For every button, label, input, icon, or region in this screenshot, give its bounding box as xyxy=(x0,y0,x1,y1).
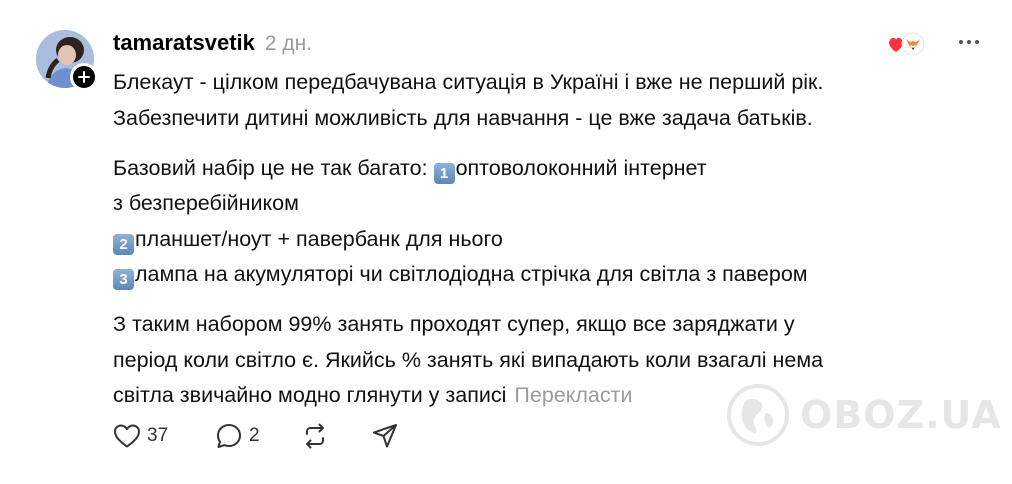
comment-icon xyxy=(217,424,241,448)
list-item-text: планшет/ноут + павербанк для нього xyxy=(135,226,503,251)
watermark: OBOZ.UA xyxy=(726,383,1002,447)
text-line: Базовий набір це не так багато: xyxy=(113,155,434,180)
keycap-2-emoji: 2 xyxy=(113,233,134,255)
text-line: світла звичайно модно глянути у записі xyxy=(113,383,507,407)
text-line: Забезпечити дитині можливість для навчан… xyxy=(113,105,813,130)
post-body: Блекаут - цілком передбачувана ситуація … xyxy=(113,65,973,414)
reply-button[interactable]: 2 xyxy=(215,422,301,450)
like-count: 37 xyxy=(147,425,169,446)
follow-button[interactable] xyxy=(70,63,98,91)
send-icon xyxy=(373,424,397,448)
timestamp[interactable]: 2 дн. xyxy=(265,32,312,56)
keycap-3-emoji: 3 xyxy=(113,269,134,290)
heart-outline-icon xyxy=(114,424,140,448)
text-line: період коли світло є. Якийсь % занять як… xyxy=(113,347,824,372)
repost-icon xyxy=(306,423,324,449)
plus-icon xyxy=(78,71,90,83)
repost-button[interactable] xyxy=(301,422,371,450)
text-line: Блекаут - цілком передбачувана ситуація … xyxy=(113,70,824,94)
paragraph-1: Блекаут - цілком передбачувана ситуація … xyxy=(113,65,973,136)
keycap-1-emoji: 1 xyxy=(433,162,455,184)
reaction-icons xyxy=(887,30,927,58)
share-button[interactable] xyxy=(371,422,399,450)
translate-link[interactable]: Перекласти xyxy=(514,383,632,407)
fox-icon xyxy=(901,32,925,56)
list-item-text: оптоволоконний інтернет xyxy=(455,155,707,180)
more-options-button[interactable] xyxy=(955,30,983,54)
post-actions: 37 2 xyxy=(113,422,399,450)
post-header: tamaratsvetik 2 дн. xyxy=(113,30,312,56)
globe-hand-icon xyxy=(727,384,789,446)
watermark-text: OBOZ.UA xyxy=(800,393,1002,437)
text-line: З таким набором 99% занять проходят супе… xyxy=(113,312,795,336)
thread-post: tamaratsvetik 2 дн. Блекаут - цілком пер… xyxy=(0,0,1012,484)
text-line: з безперебійником xyxy=(113,191,299,215)
username[interactable]: tamaratsvetik xyxy=(113,30,255,56)
paragraph-2: Базовий набір це не так багато: 1 оптовол… xyxy=(113,151,973,293)
like-button[interactable]: 37 xyxy=(113,423,215,449)
heart-icon xyxy=(889,37,903,52)
list-item-text: лампа на акумуляторі чи світлодіодна стр… xyxy=(135,262,808,286)
reply-count: 2 xyxy=(249,425,260,446)
more-horizontal-icon xyxy=(959,40,979,44)
